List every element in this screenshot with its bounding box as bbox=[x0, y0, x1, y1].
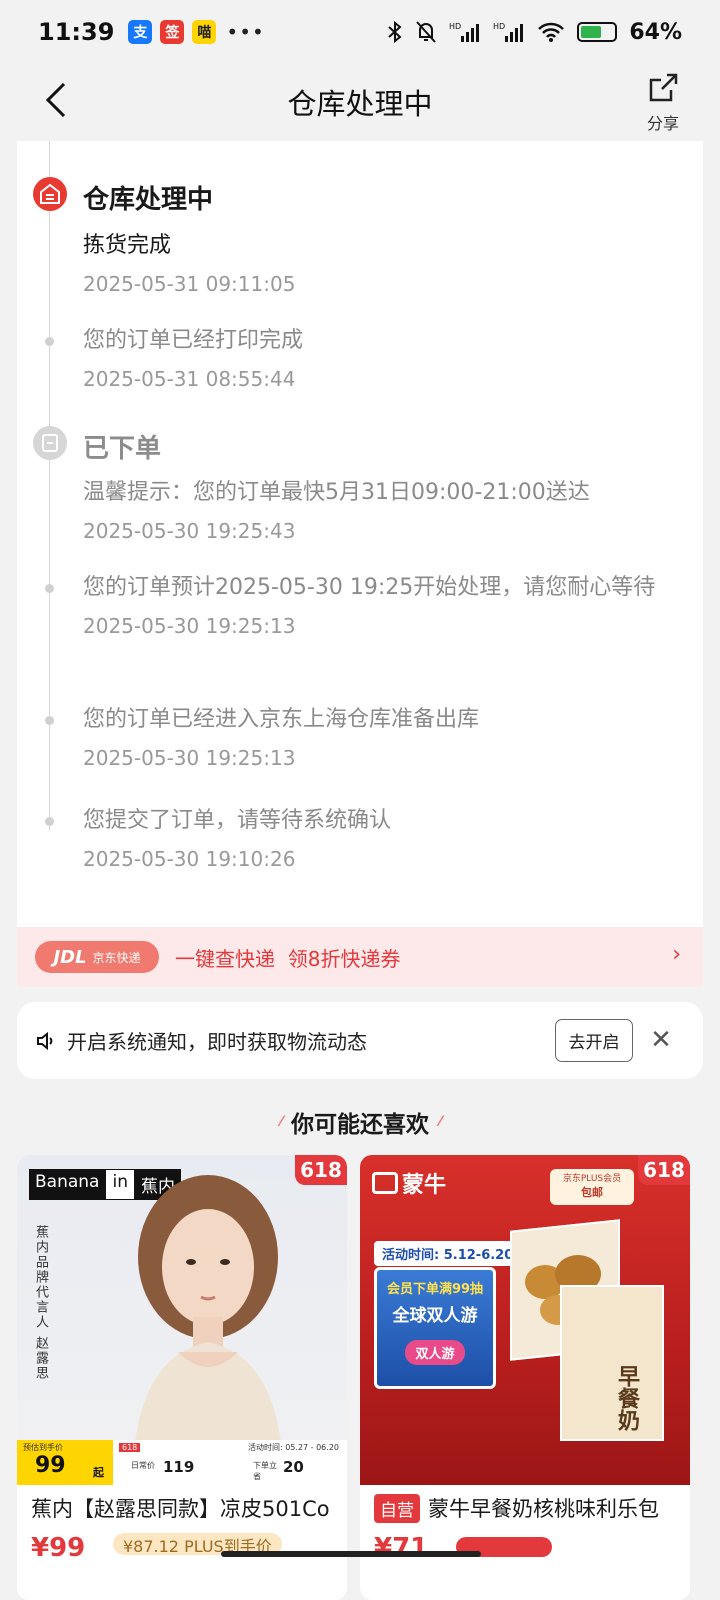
timeline-card: 仓库处理中 拣货完成 2025-05-31 09:11:05 您的订单已经打印完… bbox=[17, 141, 703, 927]
chevron-right-icon: › bbox=[672, 942, 681, 967]
timeline-event-text: 您的订单预计2025-05-30 19:25开始处理，请您耐心等待 bbox=[83, 575, 656, 600]
promo-box: 会员下单满99抽 全球双人游 双人游 bbox=[374, 1267, 496, 1389]
sparkle-icon: ⁄⁄⁄ bbox=[439, 1114, 442, 1130]
status-right: HD HD 64% bbox=[387, 20, 682, 45]
product-card[interactable]: 蒙牛 京东PLUS会员 包邮 618 活动时间: 5.12-6.20 会员下单满9… bbox=[360, 1155, 690, 1600]
enable-notification-button[interactable]: 去开启 bbox=[555, 1019, 633, 1062]
timeline-line bbox=[49, 141, 50, 831]
page-title: 仓库处理中 bbox=[287, 87, 433, 121]
mengniu-logo: 蒙牛 bbox=[372, 1167, 446, 1199]
product-image: 蒙牛 京东PLUS会员 包邮 618 活动时间: 5.12-6.20 会员下单满9… bbox=[360, 1155, 690, 1485]
price-strip: 预估到手价 99 起 618 活动时间: 05.27 - 06.20 日常价 1… bbox=[17, 1440, 347, 1485]
recommend-title: 你可能还喜欢 bbox=[291, 1112, 429, 1138]
timeline-event-time: 2025-05-31 09:11:05 bbox=[83, 272, 296, 296]
product-card[interactable]: Banana in 蕉内 蕉内品牌代言人 赵露思 618 预估到手价 99 起 61… bbox=[17, 1155, 347, 1600]
activity-time: 活动时间: 5.12-6.20 bbox=[374, 1241, 522, 1266]
signal-icon: HD bbox=[449, 22, 480, 42]
sparkle-icon: ⁄⁄⁄ bbox=[279, 1114, 283, 1130]
product-image: Banana in 蕉内 蕉内品牌代言人 赵露思 618 预估到手价 99 起 61… bbox=[17, 1155, 347, 1485]
timeline-event-text: 您的订单已经进入京东上海仓库准备出库 bbox=[83, 707, 480, 732]
bluetooth-icon bbox=[388, 20, 402, 44]
order-save-label: 下单立省 bbox=[253, 1461, 277, 1481]
alipay-icon: 支 bbox=[128, 20, 153, 44]
activity-time: 活动时间: 05.27 - 06.20 bbox=[247, 1443, 339, 1452]
milk-label: 早餐奶 bbox=[614, 1365, 639, 1431]
618-badge: 618 bbox=[295, 1155, 347, 1185]
timeline-event-time: 2025-05-30 19:25:13 bbox=[83, 746, 296, 770]
timeline-event: 您的订单已经进入京东上海仓库准备出库 2025-05-30 19:25:13 bbox=[83, 704, 673, 770]
jdl-logo-mark: JDL bbox=[53, 946, 87, 968]
home-indicator bbox=[221, 1551, 481, 1557]
meow-app-icon: 喵 bbox=[192, 20, 217, 44]
timeline-group-processing: 仓库处理中 拣货完成 2025-05-31 09:11:05 bbox=[83, 179, 673, 296]
nav-bar: 仓库处理中 分享 bbox=[0, 64, 720, 140]
status-app-icons: 支 签 喵 bbox=[128, 20, 217, 44]
daily-price-label: 日常价 bbox=[131, 1461, 155, 1470]
order-placed-icon bbox=[33, 426, 67, 460]
wifi-icon bbox=[538, 22, 565, 42]
notification-prompt: 开启系统通知，即时获取物流动态 去开启 ✕ bbox=[17, 1002, 703, 1079]
timeline-dot bbox=[45, 716, 54, 725]
product-name: 蕉内【赵露思同款】凉皮501Co bbox=[31, 1497, 330, 1521]
share-icon bbox=[649, 73, 678, 102]
warehouse-icon bbox=[33, 177, 67, 211]
close-icon[interactable]: ✕ bbox=[647, 1026, 675, 1054]
product-name: 自营 蒙牛早餐奶核桃味利乐包 bbox=[374, 1493, 684, 1523]
timeline-event-time: 2025-05-30 19:10:26 bbox=[83, 847, 296, 871]
timeline-event-time: 2025-05-30 19:25:43 bbox=[83, 519, 296, 543]
order-save-value: 20 bbox=[283, 1458, 304, 1476]
timeline-event-text: 您的订单已经打印完成 bbox=[83, 328, 304, 353]
timeline-event: 您的订单已经打印完成 2025-05-31 08:55:44 bbox=[83, 325, 673, 391]
product-price: ¥99 bbox=[31, 1533, 86, 1563]
timeline-dot bbox=[45, 817, 54, 826]
plus-member-tag: 京东PLUS会员 包邮 bbox=[550, 1169, 634, 1205]
share-button[interactable]: 分享 bbox=[636, 72, 690, 134]
mute-bell-icon bbox=[416, 21, 437, 43]
svg-text:HD: HD bbox=[449, 22, 461, 31]
jdl-logo: JDL 京东快递 bbox=[35, 941, 159, 973]
strip-618: 618 bbox=[119, 1443, 141, 1452]
estimated-price-label: 预估到手价 bbox=[23, 1443, 63, 1452]
timeline-group-ordered: 已下单 温馨提示：您的订单最快5月31日09:00-21:00送达 2025-0… bbox=[83, 428, 673, 543]
timeline-status: 仓库处理中 bbox=[83, 185, 214, 215]
back-arrow-icon[interactable] bbox=[38, 80, 78, 120]
self-operated-tag: 自营 bbox=[374, 1493, 420, 1523]
daily-price: 119 bbox=[163, 1458, 195, 1476]
more-notifications-icon: ••• bbox=[226, 20, 265, 44]
status-time: 11:39 bbox=[38, 18, 115, 46]
timeline-event-time: 2025-05-31 08:55:44 bbox=[83, 367, 296, 391]
timeline-event-time: 2025-05-30 19:25:13 bbox=[83, 614, 296, 638]
estimated-price: 99 bbox=[35, 1453, 66, 1478]
battery-percent: 64% bbox=[629, 19, 682, 45]
sign-app-icon: 签 bbox=[160, 20, 185, 44]
timeline-dot bbox=[45, 584, 54, 593]
notification-text: 开启系统通知，即时获取物流动态 bbox=[67, 1030, 367, 1054]
jdl-logo-text: 京东快递 bbox=[92, 950, 141, 965]
timeline-event-text: 拣货完成 bbox=[83, 233, 172, 258]
jdl-banner-text: 一键查快递 领8折快递券 bbox=[175, 946, 401, 971]
timeline-event-text: 您提交了订单，请等待系统确认 bbox=[83, 808, 392, 833]
share-label: 分享 bbox=[646, 114, 679, 133]
model-photo bbox=[133, 1175, 283, 1467]
signal-icon-2: HD bbox=[493, 22, 524, 42]
618-badge: 618 bbox=[638, 1155, 690, 1185]
timeline-dot bbox=[45, 337, 54, 346]
spokesperson-text: 蕉内品牌代言人 赵露思 bbox=[33, 1225, 48, 1382]
timeline-event-text: 温馨提示：您的订单最快5月31日09:00-21:00送达 bbox=[83, 480, 590, 505]
timeline-event: 您提交了订单，请等待系统确认 2025-05-30 19:10:26 bbox=[83, 805, 673, 871]
price-suffix: 起 bbox=[93, 1466, 104, 1479]
status-bar: 11:39 支 签 喵 ••• HD HD 64% bbox=[0, 0, 720, 64]
battery-icon bbox=[577, 22, 618, 42]
timeline-event: 您的订单预计2025-05-30 19:25开始处理，请您耐心等待 2025-0… bbox=[83, 572, 673, 638]
timeline-status: 已下单 bbox=[83, 434, 162, 464]
speaker-icon bbox=[37, 1031, 53, 1050]
recommend-header: ⁄⁄⁄ 你可能还喜欢 ⁄⁄⁄ bbox=[0, 1102, 720, 1142]
svg-text:HD: HD bbox=[493, 22, 505, 31]
jdl-express-banner[interactable]: JDL 京东快递 一键查快递 领8折快递券 › bbox=[17, 927, 703, 987]
product-price: ¥71 bbox=[374, 1533, 429, 1563]
